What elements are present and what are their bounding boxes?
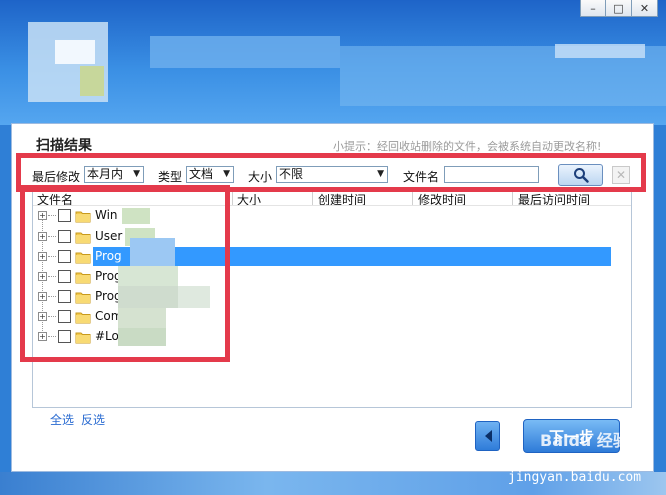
tip-text: 小提示：经回收站删除的文件，会被系统自动更改名称! [333, 140, 602, 153]
window-controls: – □ ✕ [580, 0, 658, 17]
column-separator [312, 192, 313, 205]
select-all-link[interactable]: 全选 [50, 411, 74, 428]
watermark-logo: Baidu 经验 [540, 431, 629, 450]
minimize-button[interactable]: – [580, 0, 606, 17]
watermark-url: jingyan.baidu.com [508, 470, 642, 485]
header-banner: – □ ✕ [0, 0, 666, 125]
invert-select-link[interactable]: 反选 [81, 411, 105, 428]
highlight-file-tree [20, 185, 230, 362]
back-arrow-icon [484, 430, 492, 442]
blurred-title [150, 36, 340, 68]
back-button[interactable] [475, 421, 500, 451]
blurred-logo-part [80, 66, 104, 96]
column-separator [412, 192, 413, 205]
blurred-logo-part [55, 40, 95, 64]
blurred-banner [555, 44, 645, 58]
column-separator [232, 192, 233, 205]
maximize-button[interactable]: □ [606, 0, 632, 17]
column-separator [512, 192, 513, 205]
close-button[interactable]: ✕ [632, 0, 658, 17]
panel-title: 扫描结果 [36, 138, 92, 154]
